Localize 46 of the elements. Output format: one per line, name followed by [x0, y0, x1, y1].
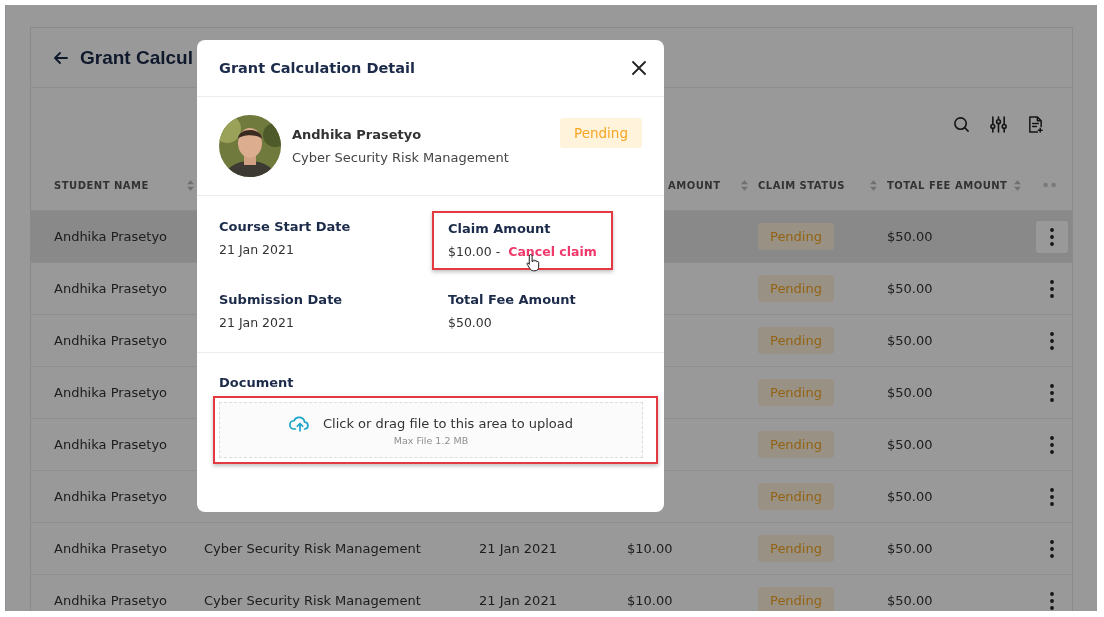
status-badge: Pending [758, 431, 834, 458]
upload-instruction: Click or drag file to this area to upload [322, 415, 573, 431]
table-cell: $50.00 [887, 541, 933, 556]
status-badge: Pending [758, 327, 834, 354]
status-badge: Pending [758, 535, 834, 562]
table-cell: Andhika Prasetyo [54, 489, 168, 504]
section-label: Document [218, 375, 295, 390]
table-cell: Andhika Prasetyo [54, 541, 168, 556]
table-cell: Andhika Prasetyo [54, 281, 168, 296]
status-badge: Pending [758, 223, 834, 250]
upload-hint: Max File 1.2 MB [393, 434, 469, 446]
table-cell: $50.00 [887, 281, 933, 296]
field-label: Course Start Date [219, 219, 351, 234]
field-value: $50.00 [448, 315, 492, 330]
student-name: Andhika Prasetyo [292, 127, 423, 142]
table-cell: $50.00 [887, 437, 933, 452]
status-badge: Pending [758, 379, 834, 406]
modal-title: Grant Calculation Detail [219, 60, 415, 76]
table-cell: $50.00 [887, 229, 933, 244]
table-cell: $50.00 [887, 489, 933, 504]
table-cell: Andhika Prasetyo [54, 385, 168, 400]
field-value: 21 Jan 2021 [219, 315, 294, 330]
table-cell: Andhika Prasetyo [54, 593, 168, 608]
table-cell: $50.00 [887, 593, 933, 608]
field-label: Submission Date [219, 292, 343, 307]
page-title: Grant Calcul [80, 46, 193, 69]
table-cell: $50.00 [887, 385, 933, 400]
table-cell: 21 Jan 2021 [479, 541, 557, 556]
course-name: Cyber Security Risk Management [292, 150, 509, 165]
status-badge: Pending [758, 483, 834, 510]
field-value: 21 Jan 2021 [219, 242, 294, 257]
table-cell: Andhika Prasetyo [54, 333, 168, 348]
status-badge: Pending [758, 275, 834, 302]
field-value: $10.00 - [448, 244, 501, 259]
table-cell: $10.00 [627, 541, 673, 556]
field-label: Claim Amount [448, 221, 552, 236]
table-cell: $10.00 [627, 593, 673, 608]
table-cell: 21 Jan 2021 [479, 593, 557, 608]
table-cell: Andhika Prasetyo [54, 437, 168, 452]
table-cell: Andhika Prasetyo [54, 229, 168, 244]
table-cell: Cyber Security Risk Management [204, 593, 421, 608]
table-cell: $50.00 [887, 333, 933, 348]
status-badge: Pending [560, 118, 642, 148]
field-label: Total Fee Amount [448, 292, 576, 307]
table-cell: Cyber Security Risk Management [204, 541, 421, 556]
status-badge: Pending [758, 587, 834, 611]
